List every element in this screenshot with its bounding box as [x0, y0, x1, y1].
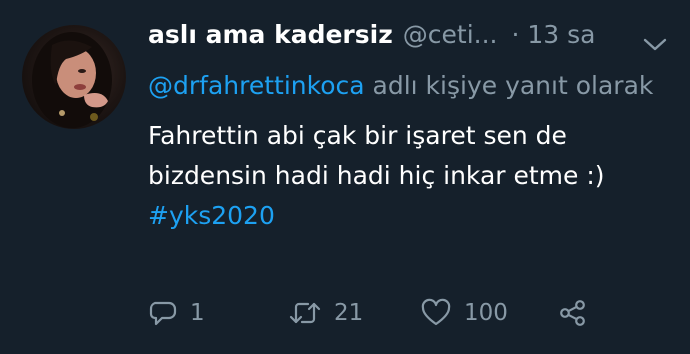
chevron-down-icon[interactable]: [640, 32, 670, 56]
reply-count: 1: [190, 300, 205, 326]
avatar[interactable]: [22, 25, 126, 129]
reply-button[interactable]: 1: [148, 298, 205, 328]
like-count: 100: [464, 300, 508, 326]
display-name[interactable]: aslı ama kadersiz: [148, 20, 393, 49]
reply-context: @drfahrettinkoca adlı kişiye yanıt olara…: [148, 67, 668, 104]
tweet-actions: 1 21 100: [148, 293, 668, 333]
tweet-header: aslı ama kadersiz @ceti... · 13 sa: [148, 20, 668, 60]
hashtag-link[interactable]: #yks2020: [148, 201, 275, 230]
tweet-text-line: Fahrettin abi çak bir işaret sen de: [148, 121, 567, 150]
reply-icon: [148, 298, 178, 328]
retweet-icon: [288, 298, 322, 328]
retweet-button[interactable]: 21: [288, 298, 363, 328]
tweet-text: Fahrettin abi çak bir işaret sen de bizd…: [148, 116, 668, 236]
share-button[interactable]: [556, 298, 590, 328]
tweet-content: aslı ama kadersiz @ceti... · 13 sa @drfa…: [148, 20, 668, 236]
reply-mention-link[interactable]: @drfahrettinkoca: [148, 71, 365, 100]
tweet-card[interactable]: aslı ama kadersiz @ceti... · 13 sa @drfa…: [0, 0, 690, 354]
like-button[interactable]: 100: [420, 298, 508, 328]
timestamp[interactable]: · 13 sa: [511, 20, 595, 49]
tweet-text-line: bizdensin hadi hadi hiç inkar etme :): [148, 161, 605, 190]
retweet-count: 21: [334, 300, 364, 326]
user-handle[interactable]: @ceti...: [403, 20, 498, 49]
heart-icon: [420, 298, 452, 328]
reply-suffix: adlı kişiye yanıt olarak: [364, 71, 654, 100]
share-icon: [556, 298, 590, 328]
